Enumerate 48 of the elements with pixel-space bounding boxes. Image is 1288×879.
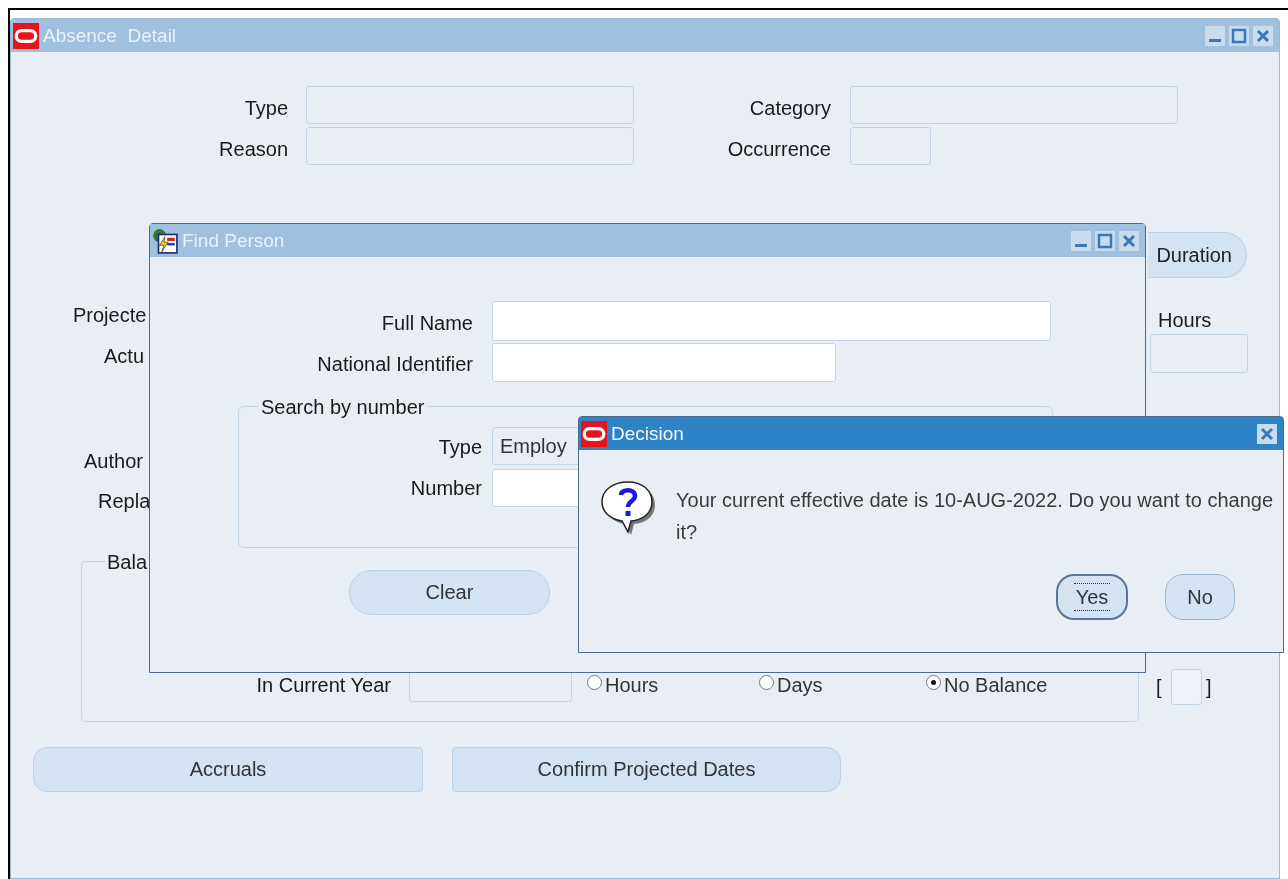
input-field[interactable] xyxy=(492,343,836,382)
field-label: Reason xyxy=(218,137,288,161)
radio-option[interactable]: No Balance xyxy=(926,673,1048,697)
person-card-icon xyxy=(152,227,178,254)
field-label: Number xyxy=(409,476,482,500)
close-icon[interactable] xyxy=(1119,230,1139,251)
duration-button[interactable]: Duration xyxy=(1148,232,1247,278)
field-label: National Identifier xyxy=(316,352,473,376)
field-label: Occurrence xyxy=(726,137,831,161)
bracket: ] xyxy=(1206,675,1212,699)
field-label: Author xyxy=(84,449,143,473)
window-title: Absence Detail xyxy=(43,24,177,47)
oracle-logo-icon xyxy=(581,420,607,447)
field-label: Type xyxy=(243,96,288,120)
field-label: In Current Year xyxy=(255,673,391,697)
clear-button[interactable]: Clear xyxy=(349,570,550,615)
radio-option[interactable]: Days xyxy=(759,673,823,697)
window-title: Find Person xyxy=(182,229,285,252)
input-field[interactable] xyxy=(850,86,1178,124)
field-label: Full Name xyxy=(380,311,473,335)
field-label: Repla xyxy=(98,489,151,513)
field-label: Actu xyxy=(104,344,145,368)
maximize-icon[interactable] xyxy=(1095,230,1115,251)
input-field[interactable] xyxy=(306,127,634,165)
question-bubble-icon xyxy=(601,479,657,537)
action-button[interactable]: Accruals xyxy=(33,747,423,792)
field-label: Category xyxy=(748,96,831,120)
dialog-button[interactable]: No xyxy=(1165,574,1235,620)
input-field[interactable] xyxy=(850,127,931,165)
action-button[interactable]: Confirm Projected Dates xyxy=(452,747,841,792)
oracle-logo-icon xyxy=(13,22,39,49)
radio-option[interactable]: Hours xyxy=(587,673,659,697)
input-field[interactable] xyxy=(1171,669,1202,705)
input-field[interactable] xyxy=(1150,334,1248,373)
dialog-button[interactable]: Yes xyxy=(1056,574,1128,620)
input-field[interactable] xyxy=(306,86,634,124)
input-field[interactable] xyxy=(492,301,1051,341)
minimize-icon[interactable] xyxy=(1205,25,1225,46)
close-icon[interactable] xyxy=(1253,25,1273,46)
close-icon[interactable] xyxy=(1257,423,1277,444)
maximize-icon[interactable] xyxy=(1229,25,1249,46)
field-label: Projecte xyxy=(73,303,147,327)
field-label: Hours xyxy=(1158,308,1212,332)
window-title: Decision xyxy=(611,422,684,445)
minimize-icon[interactable] xyxy=(1071,230,1091,251)
dialog-message: Your current effective date is 10-AUG-2022. Do you want to change it? xyxy=(676,488,1275,545)
field-label: Type xyxy=(437,435,482,459)
bracket: [ xyxy=(1156,675,1162,699)
